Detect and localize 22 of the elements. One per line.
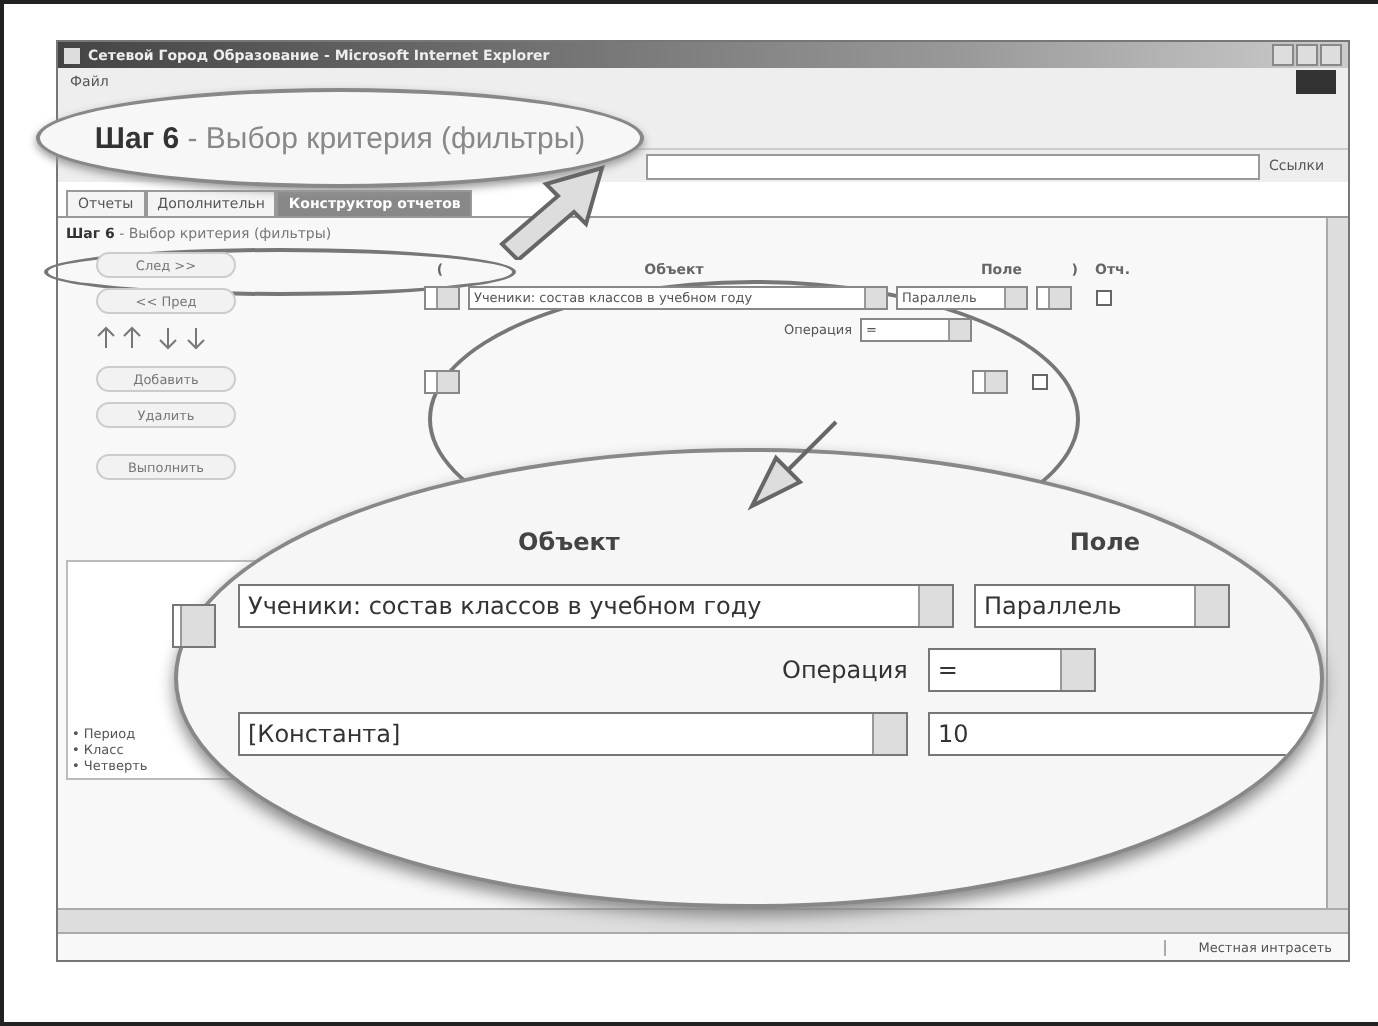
report-checkbox[interactable]	[1096, 290, 1112, 306]
object-dropdown[interactable]: Ученики: состав классов в учебном году	[238, 584, 954, 628]
horizontal-scrollbar[interactable]	[58, 908, 1348, 932]
browser-icon	[64, 47, 80, 63]
bracket-dropdown[interactable]	[424, 370, 460, 394]
column-header: Поле	[1069, 528, 1141, 560]
operation-dropdown[interactable]: =	[927, 648, 1096, 692]
bracket-dropdown[interactable]	[424, 286, 460, 310]
bracket-dropdown[interactable]	[172, 604, 216, 648]
column-header: Объект	[518, 528, 620, 560]
value-source-dropdown[interactable]: [Константа]	[238, 712, 908, 756]
bracket-dropdown[interactable]	[972, 370, 1008, 394]
bracket-dropdown[interactable]	[1036, 286, 1072, 310]
maximize-button[interactable]	[1296, 44, 1318, 66]
field-dropdown[interactable]: Параллель	[974, 584, 1230, 628]
vertical-scrollbar[interactable]	[1326, 218, 1348, 908]
operation-label: Операция	[782, 656, 908, 684]
close-button[interactable]	[1320, 44, 1342, 66]
minimize-button[interactable]	[1272, 44, 1294, 66]
report-checkbox[interactable]	[1032, 374, 1048, 390]
zoomed-step-heading: Шаг 6 - Выбор критерия (фильтры)	[94, 121, 586, 155]
address-field[interactable]	[646, 153, 1261, 179]
